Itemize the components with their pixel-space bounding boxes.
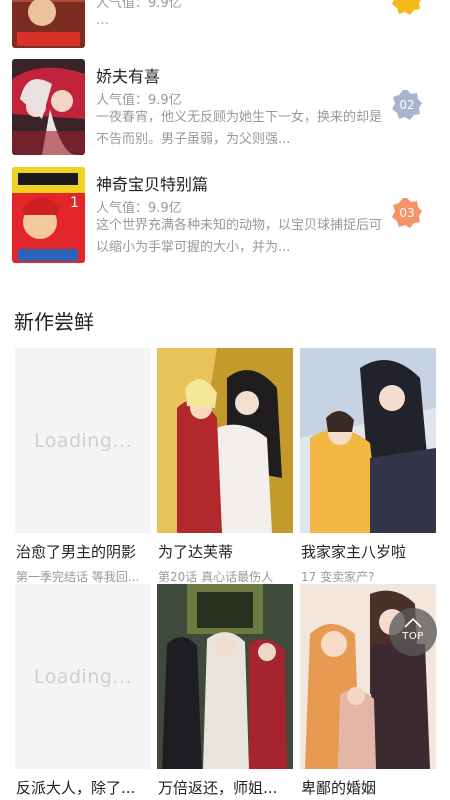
rank-medal-icon xyxy=(392,0,421,15)
comic-title[interactable]: 治愈了男主的阴影 xyxy=(16,541,156,562)
rank-item[interactable]: 娇夫有喜 人气值：9.9亿 一夜春宵，他义无反顾为她生下一女，换来的却是不告而别… xyxy=(0,57,450,157)
comic-latest-chapter: 第一季完结话 等我回... xyxy=(16,570,140,584)
section-title: 新作尝鲜 xyxy=(14,310,94,334)
comic-cover[interactable]: 1 xyxy=(12,167,85,263)
comic-title[interactable]: 我家家主八岁啦 xyxy=(301,541,441,562)
back-to-top-button[interactable]: TOP xyxy=(389,608,437,656)
description-text: 这个世界充满各种未知的动物，以宝贝球捕捉后可以缩小为手掌可握的大小，并为... xyxy=(96,218,383,255)
rank-number: 03 xyxy=(399,206,415,220)
comic-cover[interactable] xyxy=(12,0,85,48)
comic-latest-chapter: 第20话 真心话最伤人 xyxy=(158,570,274,584)
popularity-text: 人气值：9.9亿 xyxy=(96,93,182,108)
chevron-up-icon xyxy=(404,617,422,628)
comic-title[interactable]: 神奇宝贝特别篇 xyxy=(96,171,208,195)
rank-badge: 02 xyxy=(391,89,423,121)
comic-thumbnail[interactable] xyxy=(157,584,293,769)
description-text: … xyxy=(96,13,109,28)
comic-title[interactable]: 卑鄙的婚姻 xyxy=(301,777,441,798)
comic-thumbnail[interactable] xyxy=(300,348,436,533)
loading-placeholder: Loading... xyxy=(15,584,151,769)
popularity-text: 人气值：9.9亿 xyxy=(96,201,182,216)
comic-latest-chapter: 17 变卖家产? xyxy=(301,570,375,584)
rank-item[interactable]: 1 神奇宝贝特别篇 人气值：9.9亿 这个世界充满各种未知的动物，以宝贝球捕捉后… xyxy=(0,165,450,265)
loading-placeholder: Loading... xyxy=(15,348,151,533)
rank-badge: 03 xyxy=(391,197,423,229)
comic-thumbnail[interactable] xyxy=(157,348,293,533)
rank-item[interactable]: 人气值：9.9亿 … 01 xyxy=(0,0,450,48)
description-text: 一夜春宵，他义无反顾为她生下一女，换来的却是不告而别。男子虽弱，为父则强... xyxy=(96,110,383,147)
back-to-top-label: TOP xyxy=(402,631,424,642)
comic-title[interactable]: 反派大人，除了... xyxy=(16,777,156,798)
comic-cover[interactable] xyxy=(12,59,85,155)
comic-thumbnail-placeholder[interactable]: Loading... xyxy=(15,348,151,533)
comic-title[interactable]: 万倍返还，师姐... xyxy=(158,777,298,798)
comic-thumbnail-placeholder[interactable]: Loading... xyxy=(15,584,151,769)
comic-title[interactable]: 为了达芙蒂 xyxy=(158,541,298,562)
rank-number: 02 xyxy=(399,98,415,112)
comic-title[interactable]: 娇夫有喜 xyxy=(96,63,160,87)
svg-text:1: 1 xyxy=(70,195,79,211)
rank-badge-gold: 01 xyxy=(391,0,423,16)
